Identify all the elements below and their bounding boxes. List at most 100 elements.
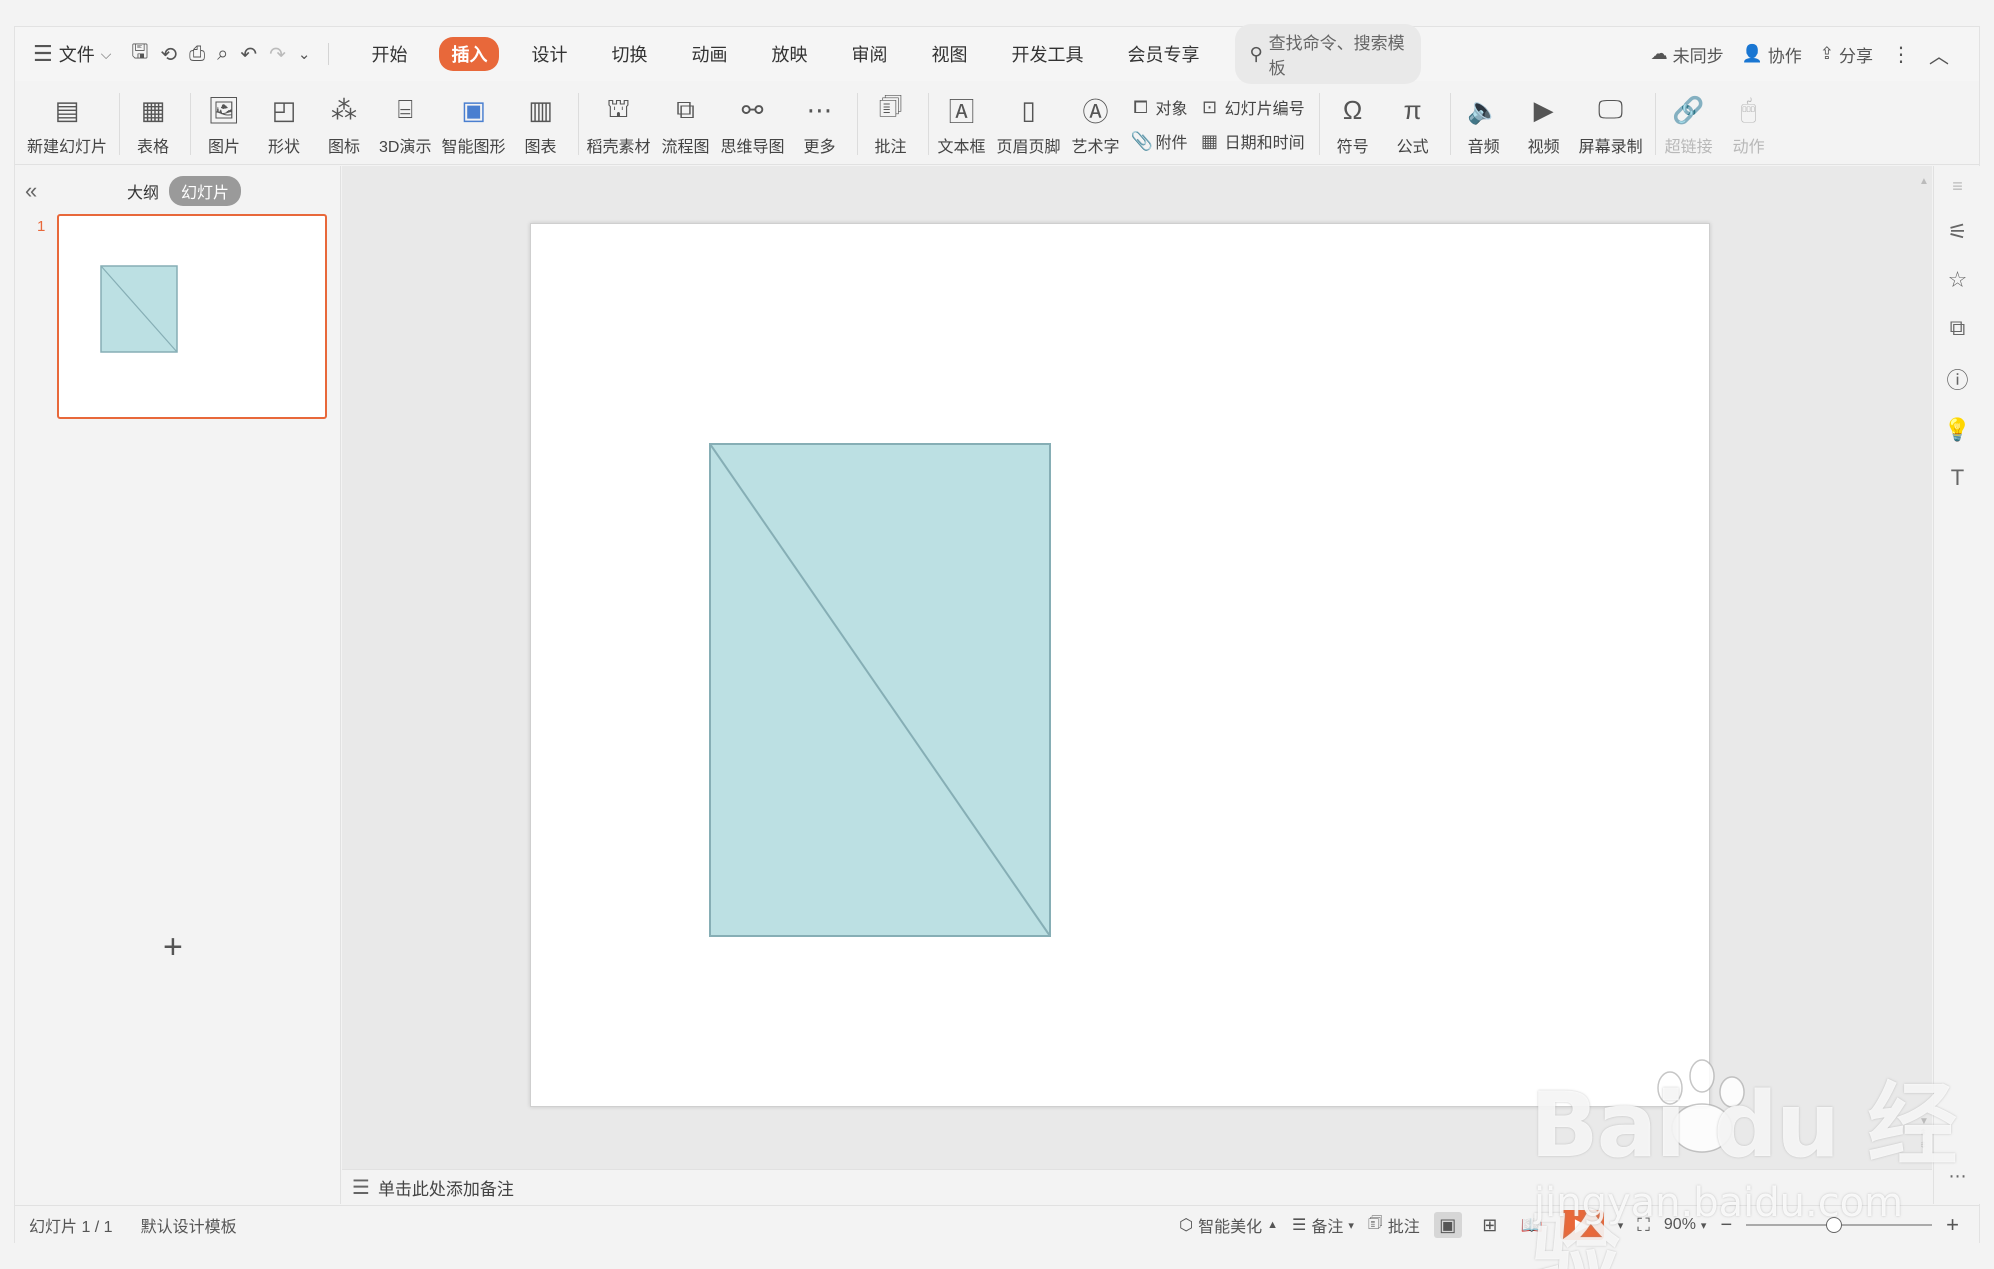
notes-toggle-icon: ☰ xyxy=(1292,1217,1307,1234)
object-icon: ⧠ xyxy=(1133,96,1148,117)
add-slide-button[interactable]: + xyxy=(163,928,183,967)
beautify-icon: ⬡ xyxy=(1179,1217,1194,1234)
help-icon[interactable]: ⓘ xyxy=(1946,363,1968,395)
tab-review[interactable]: 审阅 xyxy=(839,37,899,71)
tab-view[interactable]: 视图 xyxy=(919,37,979,71)
icon-button[interactable]: ⁂ 图标 xyxy=(319,93,369,157)
customize-icon[interactable]: ⌄ xyxy=(298,45,311,63)
attachment-button[interactable]: 📎 附件 xyxy=(1131,129,1188,153)
tab-outline[interactable]: 大纲 xyxy=(115,176,171,206)
undo-icon[interactable]: ↶ xyxy=(240,42,257,67)
comment-toggle-icon: 🗊 xyxy=(1367,1214,1383,1232)
wordart-button[interactable]: Ⓐ 艺术字 xyxy=(1071,93,1121,157)
textbox-button[interactable]: 🄰 文本框 xyxy=(937,93,987,157)
save-icon[interactable]: 🖫 xyxy=(131,37,148,71)
formula-button[interactable]: π 公式 xyxy=(1388,93,1438,157)
comment-button[interactable]: 🗊 批注 xyxy=(866,91,916,157)
tab-animations[interactable]: 动画 xyxy=(679,37,739,71)
beautify-button[interactable]: ⬡ 智能美化 ▲ xyxy=(1179,1213,1278,1237)
mindmap-button[interactable]: ⚯ 思维导图 xyxy=(721,93,785,157)
flowchart-button[interactable]: ⧉ 流程图 xyxy=(661,93,711,157)
more-vertical-icon[interactable]: ⋮ xyxy=(1891,42,1911,67)
material-button[interactable]: ⛫ 稻壳素材 xyxy=(587,93,651,157)
header-footer-button[interactable]: ▯ 页眉页脚 xyxy=(997,93,1061,157)
copy-icon[interactable]: ⧉ xyxy=(1950,315,1966,341)
tab-insert[interactable]: 插入 xyxy=(439,37,500,71)
tab-home[interactable]: 开始 xyxy=(359,37,419,71)
slide-thumbnail[interactable] xyxy=(57,214,327,419)
calendar-icon: ▦ xyxy=(1201,130,1219,151)
slide-info: 幻灯片 1 / 1 xyxy=(29,1218,113,1236)
comment-toggle-button[interactable]: 🗊 批注 xyxy=(1368,1212,1420,1239)
shape-icon: ◰ xyxy=(271,94,297,125)
slide-canvas-area: ▲ ▼ ⇞ ⇟ xyxy=(342,166,1932,1169)
action-button[interactable]: 🖱 动作 xyxy=(1724,93,1774,157)
template-name[interactable]: 默认设计模板 xyxy=(141,1213,237,1237)
print-icon[interactable]: ⎙ xyxy=(189,43,205,66)
tab-developer[interactable]: 开发工具 xyxy=(999,37,1095,71)
new-slide-button[interactable]: ▤ 新建幻灯片 xyxy=(27,93,107,157)
divider xyxy=(1654,93,1656,155)
new-slide-icon: ▤ xyxy=(54,94,80,125)
tab-design[interactable]: 设计 xyxy=(519,37,579,71)
format-painter-icon[interactable]: ⟲ xyxy=(160,42,177,67)
symbol-button[interactable]: Ω 符号 xyxy=(1328,93,1378,157)
rectangle-shape[interactable] xyxy=(709,443,1051,937)
video-button[interactable]: ▶ 视频 xyxy=(1519,93,1569,157)
screen-record-button[interactable]: 🖵 屏幕录制 xyxy=(1579,93,1643,157)
tab-member[interactable]: 会员专享 xyxy=(1115,37,1211,71)
divider xyxy=(856,93,858,155)
audio-button[interactable]: 🔈 音频 xyxy=(1459,93,1509,157)
chevron-down-icon: ⌵ xyxy=(100,45,112,62)
tab-slides[interactable]: 幻灯片 xyxy=(169,176,242,206)
slide-panel-header: « 大纲 幻灯片 xyxy=(15,176,340,206)
chart-button[interactable]: ▥ 图表 xyxy=(516,93,566,157)
tab-slideshow[interactable]: 放映 xyxy=(759,37,819,71)
table-button[interactable]: ▦ 表格 xyxy=(128,93,178,157)
formula-label: 公式 xyxy=(1396,139,1429,156)
3d-button[interactable]: ⌸ 3D演示 xyxy=(379,93,431,157)
lightbulb-icon[interactable]: 💡 xyxy=(1944,417,1971,443)
vertical-scrollbar[interactable]: ▲ ▼ ⇞ ⇟ xyxy=(1916,176,1929,1166)
menu-lines-icon[interactable]: ≡ xyxy=(1952,176,1963,197)
slide-canvas[interactable] xyxy=(530,223,1710,1107)
smartart-label: 智能图形 xyxy=(441,139,506,156)
star-icon[interactable]: ☆ xyxy=(1948,267,1968,293)
tab-transitions[interactable]: 切换 xyxy=(599,37,659,71)
slide-thumbnail-preview xyxy=(100,265,178,353)
file-menu[interactable]: ☰ 文件 ⌵ xyxy=(15,41,111,67)
collab-button[interactable]: 👤 协作 xyxy=(1742,42,1802,67)
more-button[interactable]: ⋯ 更多 xyxy=(795,93,845,157)
settings-sliders-icon[interactable]: ⚟ xyxy=(1948,219,1968,245)
normal-view-button[interactable]: ▣ xyxy=(1433,1212,1462,1238)
watermark: Bai du 经验 xyxy=(1530,1073,1957,1269)
material-label: 稻壳素材 xyxy=(586,139,651,156)
datetime-button[interactable]: ▦ 日期和时间 xyxy=(1200,129,1305,153)
menu-bar: ☰ 文件 ⌵ 🖫 ⟲ ⎙ ⌕ ↶ ↷ ⌄ 开始 插入 设计 切换 动画 放映 审… xyxy=(15,24,1979,84)
notes-icon: ☰ xyxy=(352,1177,370,1199)
print-preview-icon[interactable]: ⌕ xyxy=(217,43,228,66)
text-icon[interactable]: T xyxy=(1951,465,1964,491)
ribbon-tabs: 开始 插入 设计 切换 动画 放映 审阅 视图 开发工具 会员专享 xyxy=(359,37,1231,71)
object-button[interactable]: ⧠ 对象 xyxy=(1131,95,1187,119)
redo-icon[interactable]: ↷ xyxy=(269,42,286,67)
collapse-ribbon-icon[interactable]: ︿ xyxy=(1929,40,1949,69)
smartart-button[interactable]: ▣ 智能图形 xyxy=(441,93,505,157)
quick-access-toolbar: 🖫 ⟲ ⎙ ⌕ ↶ ↷ ⌄ xyxy=(131,37,335,71)
chevron-down-icon: ▾ xyxy=(1348,1219,1354,1232)
sync-button[interactable]: ☁ 未同步 xyxy=(1651,42,1724,67)
search-box[interactable]: ⚲ 查找命令、搜索模板 xyxy=(1235,24,1422,84)
shape-button[interactable]: ◰ 形状 xyxy=(259,93,309,157)
picture-button[interactable]: 🖼 图片 xyxy=(199,93,249,157)
grid-view-button[interactable]: ⊞ xyxy=(1476,1212,1504,1238)
chevron-up-icon: ▲ xyxy=(1267,1219,1279,1231)
notes-toggle-button[interactable]: ☰ 备注 ▾ xyxy=(1292,1213,1354,1237)
comment-label: 批注 xyxy=(874,139,907,156)
table-icon: ▦ xyxy=(140,94,166,125)
collapse-panel-icon[interactable]: « xyxy=(25,178,37,204)
mouse-icon: 🖱 xyxy=(1740,94,1757,124)
sync-label: 未同步 xyxy=(1672,46,1724,66)
share-button[interactable]: ⇪ 分享 xyxy=(1820,42,1873,67)
slide-number-button[interactable]: ⊡ 幻灯片编号 xyxy=(1200,95,1305,119)
hyperlink-button[interactable]: 🔗 超链接 xyxy=(1664,93,1714,157)
